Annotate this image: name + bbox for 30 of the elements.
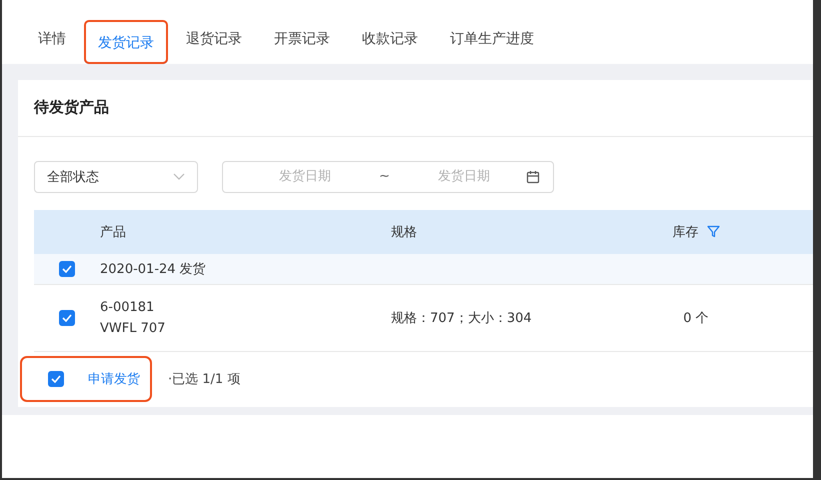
tab[interactable]: 详情 [24,0,80,64]
chevron-down-icon [173,172,185,180]
column-header: 规格 [391,224,418,240]
apply-shipment-link[interactable]: 申请发货 [88,370,140,388]
tab[interactable]: 退货记录 [172,0,256,64]
checkbox[interactable] [59,260,75,276]
column-header: 产品 [100,224,127,240]
card-title: 待发货产品 [34,98,109,118]
table-cell-text: 0 个 [683,310,709,326]
check-icon [62,314,72,322]
group-label: 2020-01-24 发货 [100,260,206,278]
selection-summary: ·已选 1/1 项 [168,371,240,388]
filter-icon[interactable] [706,225,720,238]
tab[interactable]: 收款记录 [348,0,432,64]
checkbox[interactable] [48,371,64,388]
tab[interactable]: 订单生产进度 [436,0,548,64]
tab[interactable]: 发货记录 [84,20,168,64]
check-icon [51,375,61,384]
tab[interactable]: 开票记录 [260,0,344,64]
column-header: 库存 [672,224,698,240]
status-dropdown[interactable]: 全部状态 [34,160,198,192]
end-date-input[interactable]: 发货日期 [402,168,526,185]
start-date-input[interactable]: 发货日期 [243,168,367,185]
checkbox[interactable] [59,310,75,326]
check-icon [62,264,72,272]
date-range-field[interactable]: 发货日期 ~ 发货日期 [222,160,554,192]
table-cell-text: 6-00181 [100,300,156,314]
table-cell-text: 规格：707；大小：304 [391,310,533,326]
table-cell-text: VWFL 707 [100,320,166,336]
calendar-icon [526,170,540,184]
